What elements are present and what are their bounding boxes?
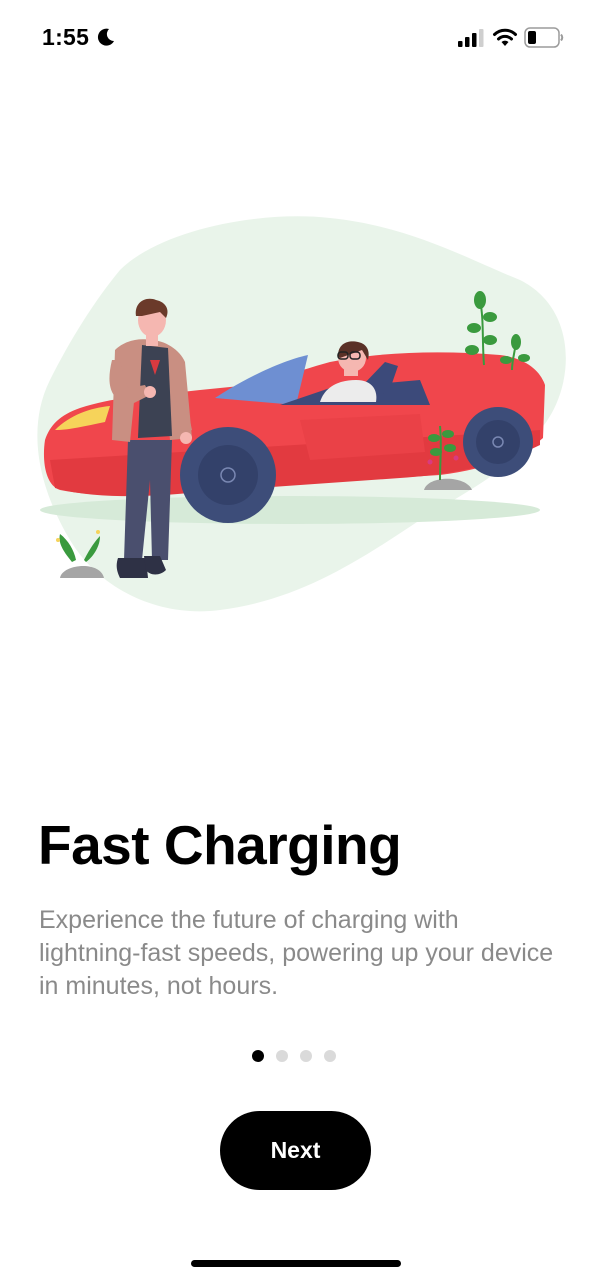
page-indicator bbox=[252, 1050, 336, 1064]
page-dot-3[interactable] bbox=[300, 1050, 312, 1062]
page-dot-2[interactable] bbox=[276, 1050, 288, 1062]
car-charging-illustration bbox=[37, 216, 566, 612]
status-time: 1:55 bbox=[42, 24, 90, 50]
next-button[interactable]: Next bbox=[220, 1111, 371, 1190]
page-dot-4[interactable] bbox=[324, 1050, 336, 1062]
page-dot-1-active[interactable] bbox=[252, 1050, 264, 1062]
home-indicator[interactable] bbox=[191, 1260, 401, 1267]
page-description: Experience the future of charging with l… bbox=[39, 906, 554, 1000]
cellular-signal-icon bbox=[458, 29, 484, 47]
moon-icon bbox=[97, 28, 114, 46]
wifi-icon bbox=[493, 28, 517, 46]
page-title: Fast Charging bbox=[38, 814, 402, 876]
battery-icon bbox=[524, 27, 564, 48]
status-bar: 1:55 bbox=[0, 0, 591, 76]
